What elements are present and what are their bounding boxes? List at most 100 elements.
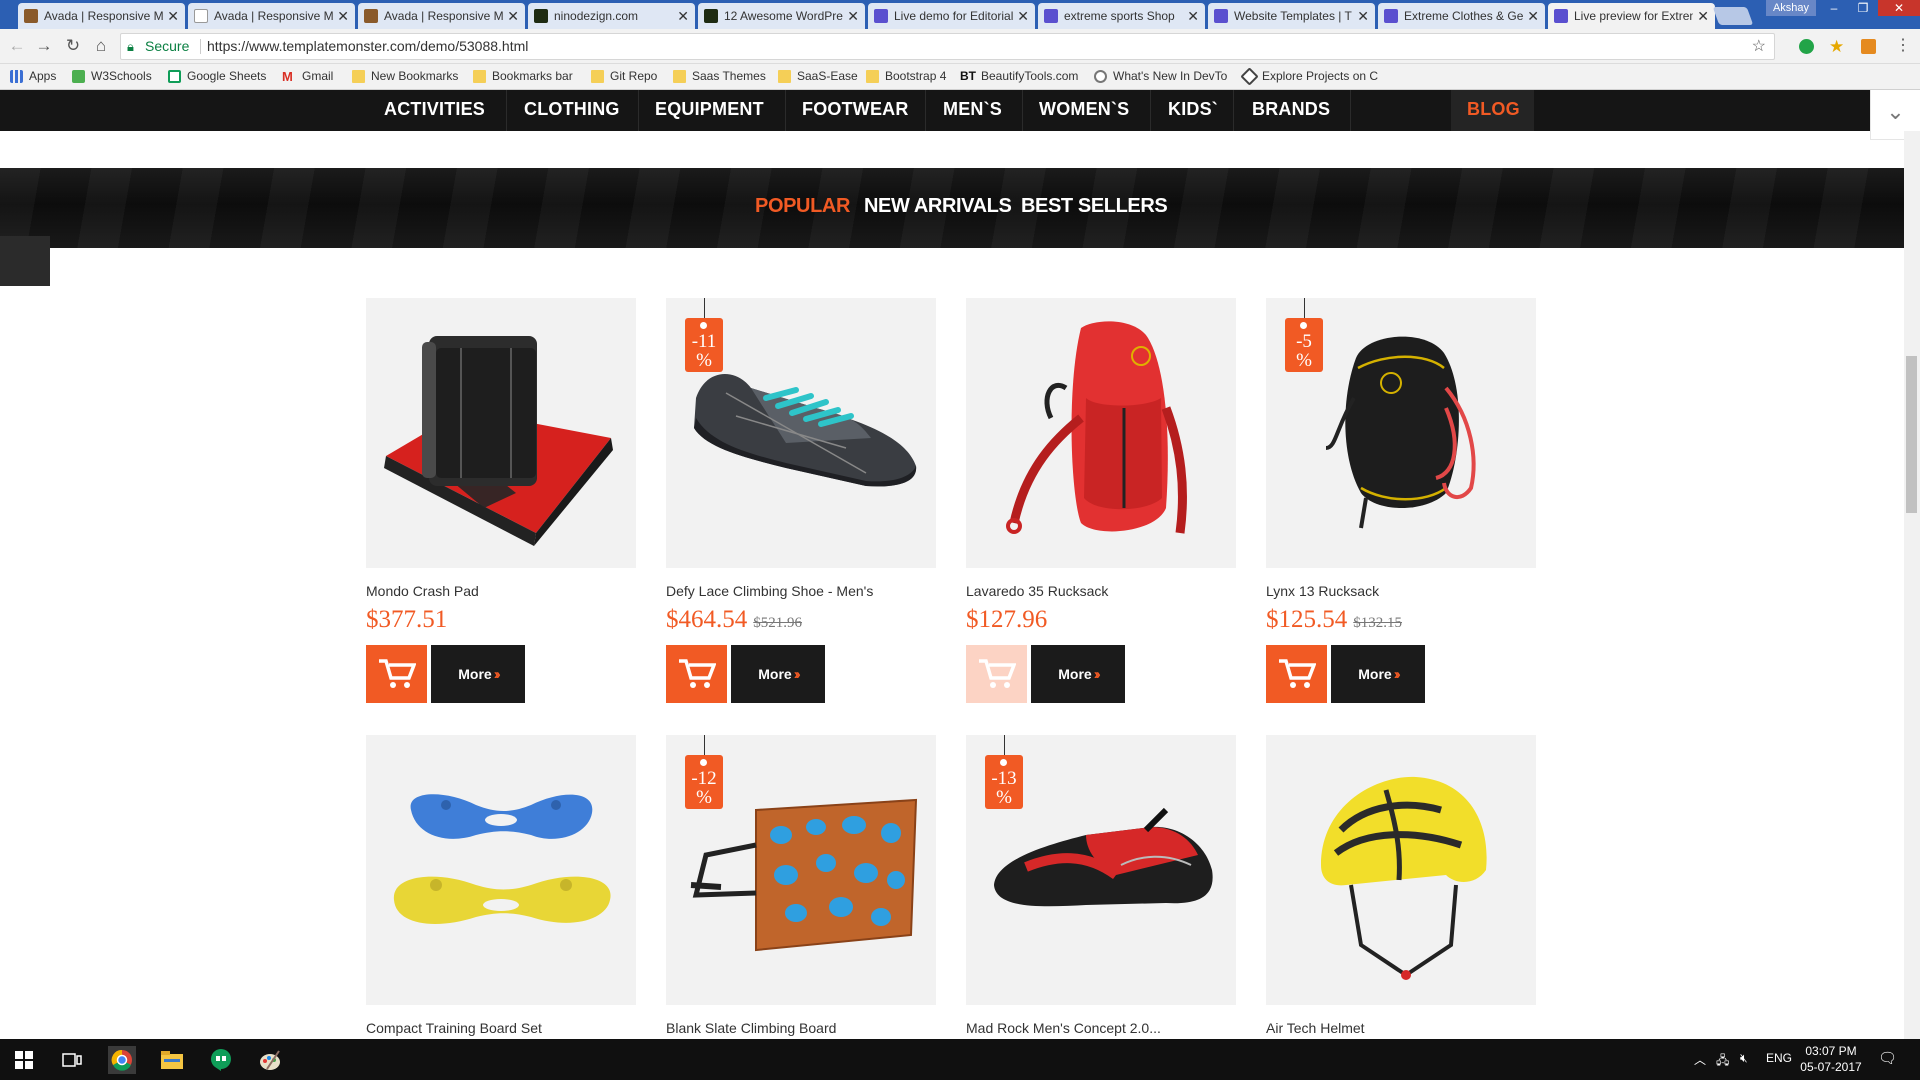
- bookmark-explore[interactable]: Explore Projects on C: [1240, 66, 1378, 86]
- tab-popular[interactable]: POPULAR: [755, 195, 850, 218]
- site-favicon-icon: [874, 9, 888, 23]
- bookmark-folder[interactable]: Bootstrap 4: [866, 69, 946, 83]
- notifications-icon[interactable]: 🗨︎: [1878, 1049, 1897, 1067]
- product-image-training-board[interactable]: [366, 735, 636, 1005]
- side-widget-toggle[interactable]: [0, 236, 50, 286]
- close-tab-icon[interactable]: ✕: [1357, 8, 1369, 25]
- product-image-crash-pad[interactable]: [366, 298, 636, 568]
- bookmark-folder[interactable]: Bookmarks bar: [473, 69, 573, 83]
- product-name[interactable]: Air Tech Helmet: [1266, 1020, 1365, 1036]
- minimize-icon[interactable]: –: [1820, 0, 1848, 16]
- browser-tab[interactable]: Extreme Clothes & Gear ✕: [1378, 3, 1545, 29]
- back-icon[interactable]: ←: [6, 35, 28, 57]
- browser-tab[interactable]: ninodezign.com ✕: [528, 3, 695, 29]
- bookmark-folder[interactable]: New Bookmarks: [352, 69, 458, 83]
- network-icon[interactable]: 🖧︎: [1716, 1051, 1729, 1072]
- browser-tab[interactable]: Avada | Responsive Multi✕: [358, 3, 525, 29]
- bookmark-folder[interactable]: SaaS-Ease: [778, 69, 858, 83]
- product-name[interactable]: Mondo Crash Pad: [366, 583, 479, 599]
- close-tab-icon[interactable]: ✕: [847, 8, 859, 25]
- nav-brands[interactable]: BRANDS: [1252, 90, 1330, 131]
- bookmark-google-sheets[interactable]: Google Sheets: [168, 69, 266, 83]
- product-name[interactable]: Compact Training Board Set: [366, 1020, 542, 1036]
- close-tab-icon[interactable]: ✕: [1187, 8, 1199, 25]
- language-indicator[interactable]: ENG: [1766, 1051, 1792, 1065]
- bookmark-w3schools[interactable]: W3Schools: [72, 69, 152, 83]
- browser-tab[interactable]: Avada | Responsive Multi✕: [188, 3, 355, 29]
- bookmark-beautifytools[interactable]: BT BeautifyTools.com: [960, 69, 1078, 83]
- browser-tab-active[interactable]: Live preview for Extreme ✕: [1548, 3, 1715, 29]
- home-icon[interactable]: ⌂: [90, 35, 112, 57]
- forward-icon[interactable]: →: [33, 35, 55, 57]
- close-tab-icon[interactable]: ✕: [677, 8, 689, 25]
- product-image-helmet[interactable]: [1266, 735, 1536, 1005]
- star-extension-icon[interactable]: ★: [1829, 37, 1849, 57]
- nav-clothing[interactable]: CLOTHING: [524, 90, 620, 131]
- w3schools-icon: [72, 69, 85, 83]
- product-name[interactable]: Defy Lace Climbing Shoe - Men's: [666, 583, 873, 599]
- bookmark-apps[interactable]: Apps: [10, 69, 56, 83]
- add-to-cart-button[interactable]: [366, 645, 427, 703]
- browser-tab[interactable]: extreme sports Shop ✕: [1038, 3, 1205, 29]
- profile-button[interactable]: Akshay: [1766, 0, 1816, 16]
- close-tab-icon[interactable]: ✕: [1697, 8, 1709, 25]
- task-view-icon[interactable]: [58, 1046, 86, 1074]
- close-tab-icon[interactable]: ✕: [1527, 8, 1539, 25]
- close-tab-icon[interactable]: ✕: [1017, 8, 1029, 25]
- browser-tab[interactable]: Live demo for Editorial ✕: [868, 3, 1035, 29]
- nav-blog[interactable]: BLOG: [1467, 90, 1520, 131]
- product-name[interactable]: Lynx 13 Rucksack: [1266, 583, 1379, 599]
- extension-icon[interactable]: [1861, 39, 1876, 54]
- tab-best-sellers[interactable]: BEST SELLERS: [1021, 195, 1168, 218]
- product-name[interactable]: Blank Slate Climbing Board: [666, 1020, 836, 1036]
- nav-footwear[interactable]: FOOTWEAR: [802, 90, 909, 131]
- discount-tag: -5%: [1285, 318, 1323, 372]
- close-tab-icon[interactable]: ✕: [337, 8, 349, 25]
- system-clock[interactable]: 03:07 PM 05-07-2017: [1796, 1043, 1866, 1075]
- restore-icon[interactable]: ❐: [1849, 0, 1877, 16]
- add-to-cart-button[interactable]: [1266, 645, 1327, 703]
- close-window-icon[interactable]: ✕: [1878, 0, 1920, 16]
- tab-new-arrivals[interactable]: NEW ARRIVALS: [864, 195, 1012, 218]
- chrome-taskbar-icon[interactable]: [108, 1046, 136, 1074]
- page-scrollbar-thumb[interactable]: [1906, 356, 1917, 513]
- new-tab-button[interactable]: [1712, 7, 1754, 25]
- nav-womens[interactable]: WOMEN`S: [1039, 90, 1129, 131]
- menu-kebab-icon[interactable]: ⋮: [1895, 35, 1911, 54]
- nav-mens[interactable]: MEN`S: [943, 90, 1002, 131]
- extension-icon[interactable]: [1799, 39, 1814, 54]
- bookmark-folder[interactable]: Git Repo: [591, 69, 657, 83]
- close-tab-icon[interactable]: ✕: [507, 8, 519, 25]
- folder-icon: [352, 69, 365, 83]
- more-button[interactable]: More ››: [731, 645, 825, 703]
- nav-kids[interactable]: KIDS`: [1168, 90, 1218, 131]
- more-button[interactable]: More ››: [1331, 645, 1425, 703]
- windows-start-icon[interactable]: [10, 1046, 38, 1074]
- product-image-red-backpack[interactable]: [966, 298, 1236, 568]
- browser-tab[interactable]: Avada | Responsive Multi✕: [18, 3, 185, 29]
- more-button[interactable]: More ››: [431, 645, 525, 703]
- add-to-cart-button[interactable]: [666, 645, 727, 703]
- hangouts-icon[interactable]: [207, 1046, 235, 1074]
- paint-icon[interactable]: [256, 1046, 284, 1074]
- product-name[interactable]: Lavaredo 35 Rucksack: [966, 583, 1108, 599]
- add-to-cart-button[interactable]: [966, 645, 1027, 703]
- reload-icon[interactable]: ↻: [62, 35, 84, 57]
- nav-activities[interactable]: ACTIVITIES: [384, 90, 485, 131]
- site-favicon-icon: [534, 9, 548, 23]
- page-scrollbar-track[interactable]: [1904, 131, 1920, 1039]
- browser-tab[interactable]: Website Templates | T ✕: [1208, 3, 1375, 29]
- file-explorer-icon[interactable]: [158, 1046, 186, 1074]
- browser-tab[interactable]: 12 Awesome WordPress ✕: [698, 3, 865, 29]
- nav-equipment[interactable]: EQUIPMENT: [655, 90, 764, 131]
- bookmark-folder[interactable]: Saas Themes: [673, 69, 766, 83]
- tray-chevron-up-icon[interactable]: ︿: [1694, 1051, 1706, 1068]
- close-tab-icon[interactable]: ✕: [167, 8, 179, 25]
- url-bar[interactable]: 🔒︎ Secure https://www.templatemonster.co…: [120, 33, 1775, 60]
- product-name[interactable]: Mad Rock Men's Concept 2.0...: [966, 1020, 1161, 1036]
- volume-muted-icon[interactable]: 🔇︎: [1740, 1051, 1748, 1066]
- more-button[interactable]: More ››: [1031, 645, 1125, 703]
- bookmark-star-icon[interactable]: ☆: [1752, 34, 1766, 59]
- bookmark-devtools[interactable]: What's New In DevTo: [1094, 69, 1227, 83]
- bookmark-gmail[interactable]: M Gmail: [282, 69, 333, 83]
